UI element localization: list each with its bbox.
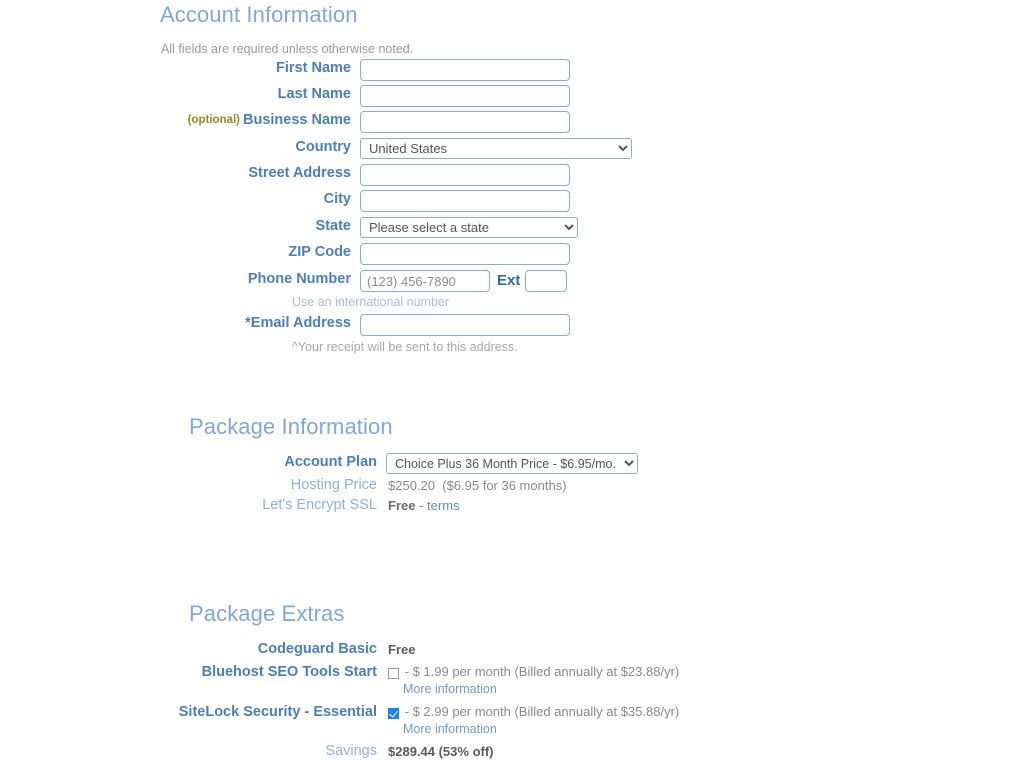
- package-information-form: Account Plan Choice Plus 36 Month Price …: [174, 453, 638, 515]
- field-row-account-plan: Account Plan Choice Plus 36 Month Price …: [174, 453, 638, 474]
- control-last-name: [360, 85, 570, 107]
- control-state: Please select a state: [360, 217, 578, 238]
- ssl-free-text: Free: [388, 498, 416, 513]
- label-bluehost-seo-tools: Bluehost SEO Tools Start: [201, 664, 377, 680]
- ssl-separator: -: [415, 498, 428, 513]
- label-sitelock-security: SiteLock Security - Essential: [178, 704, 377, 720]
- codeguard-basic-price: Free: [388, 642, 416, 657]
- label-state: State: [315, 218, 351, 234]
- hosting-price-value: $250.20 ($6.95 for 36 months): [386, 476, 567, 495]
- business-name-input[interactable]: [360, 111, 570, 133]
- lets-encrypt-ssl-value: Free - terms: [386, 496, 460, 515]
- business-name-optional-tag: (optional): [187, 114, 240, 126]
- control-business-name: [360, 111, 570, 133]
- account-information-heading: Account Information: [160, 2, 358, 27]
- sitelock-security-price-row: - $ 2.99 per month (Billed annually at $…: [388, 703, 679, 721]
- field-row-city: City: [148, 190, 632, 212]
- control-bluehost-seo-tools: - $ 1.99 per month (Billed annually at $…: [386, 663, 679, 698]
- field-row-codeguard-basic: Codeguard Basic Free: [174, 640, 679, 659]
- control-phone-number: Ext: [360, 270, 568, 292]
- control-first-name: [360, 59, 570, 81]
- label-phone-number: Phone Number: [247, 271, 351, 287]
- field-row-lets-encrypt-ssl: Let's Encrypt SSL Free - terms: [174, 496, 638, 515]
- control-country: United States: [360, 138, 632, 159]
- field-row-phone-number: Phone Number Ext: [148, 270, 632, 292]
- field-row-last-name: Last Name: [148, 85, 632, 107]
- zip-code-input[interactable]: [360, 243, 570, 265]
- label-country: Country: [295, 139, 351, 155]
- control-zip-code: [360, 243, 570, 265]
- control-city: [360, 190, 570, 212]
- field-row-first-name: First Name: [148, 59, 632, 81]
- field-row-country: Country United States: [148, 138, 632, 159]
- signup-page: Account Information All fields are requi…: [0, 0, 1024, 761]
- field-row-zip-code: ZIP Code: [148, 243, 632, 265]
- email-receipt-hint: ^Your receipt will be sent to this addre…: [292, 340, 518, 354]
- international-number-hint-row: Use an international number: [148, 294, 632, 310]
- bluehost-seo-tools-more-information-link[interactable]: More information: [403, 681, 679, 698]
- bluehost-seo-tools-checkbox[interactable]: [388, 668, 399, 680]
- country-select[interactable]: United States: [360, 138, 632, 159]
- label-account-plan: Account Plan: [284, 454, 377, 470]
- field-row-business-name: (optional) Business Name: [148, 111, 632, 133]
- label-zip-code: ZIP Code: [288, 244, 351, 260]
- label-lets-encrypt-ssl: Let's Encrypt SSL: [262, 497, 377, 513]
- control-sitelock-security: - $ 2.99 per month (Billed annually at $…: [386, 703, 679, 738]
- sitelock-security-checkbox[interactable]: [388, 708, 399, 720]
- label-city: City: [323, 191, 351, 207]
- ssl-terms-link[interactable]: terms: [427, 498, 460, 513]
- bluehost-seo-tools-price-row: - $ 1.99 per month (Billed annually at $…: [388, 663, 679, 681]
- sitelock-security-price: - $ 2.99 per month (Billed annually at $…: [404, 704, 680, 719]
- savings-value: $289.44 (53% off): [388, 744, 494, 759]
- field-row-street-address: Street Address: [148, 164, 632, 186]
- control-account-plan: Choice Plus 36 Month Price - $6.95/mo.: [386, 453, 638, 474]
- account-information-subtitle: All fields are required unless otherwise…: [161, 42, 414, 56]
- label-first-name: First Name: [276, 60, 351, 76]
- field-row-email-address: *Email Address: [148, 314, 632, 336]
- label-savings: Savings: [325, 743, 377, 759]
- package-extras-form: Codeguard Basic Free Bluehost SEO Tools …: [174, 640, 679, 761]
- hosting-price-total: $250.20: [388, 478, 435, 493]
- street-address-input[interactable]: [360, 164, 570, 186]
- phone-number-input[interactable]: [360, 270, 490, 292]
- use-international-number-link[interactable]: Use an international number: [292, 294, 449, 310]
- field-row-bluehost-seo-tools: Bluehost SEO Tools Start - $ 1.99 per mo…: [174, 663, 680, 698]
- email-address-input[interactable]: [360, 314, 570, 336]
- email-hint-row: ^Your receipt will be sent to this addre…: [148, 339, 632, 355]
- control-street-address: [360, 164, 570, 186]
- ext-input[interactable]: [525, 270, 568, 292]
- bluehost-seo-tools-price: - $ 1.99 per month (Billed annually at $…: [404, 664, 680, 679]
- first-name-input[interactable]: [360, 59, 570, 81]
- account-plan-select[interactable]: Choice Plus 36 Month Price - $6.95/mo.: [386, 453, 638, 474]
- package-information-heading: Package Information: [189, 414, 393, 439]
- label-codeguard-basic: Codeguard Basic: [257, 641, 377, 657]
- field-row-hosting-price: Hosting Price $250.20 ($6.95 for 36 mont…: [174, 476, 638, 495]
- control-codeguard-basic: Free: [386, 640, 415, 659]
- label-ext: Ext: [497, 272, 521, 289]
- city-input[interactable]: [360, 190, 570, 212]
- hosting-price-detail: ($6.95 for 36 months): [442, 478, 567, 493]
- package-extras-heading: Package Extras: [189, 601, 345, 626]
- label-business-name: (optional) Business Name: [148, 111, 360, 130]
- field-row-sitelock-security: SiteLock Security - Essential - $ 2.99 p…: [174, 703, 679, 738]
- label-email-address: *Email Address: [245, 315, 351, 331]
- label-street-address: Street Address: [248, 165, 351, 181]
- field-row-state: State Please select a state: [148, 217, 632, 238]
- business-name-label-text: Business Name: [243, 112, 351, 128]
- label-hosting-price: Hosting Price: [290, 477, 377, 493]
- label-last-name: Last Name: [277, 86, 351, 102]
- state-select[interactable]: Please select a state: [360, 217, 578, 238]
- field-row-savings: Savings $289.44 (53% off): [174, 742, 679, 761]
- account-information-form: First Name Last Name (optional) Business …: [148, 59, 632, 355]
- sitelock-security-more-information-link[interactable]: More information: [403, 721, 679, 738]
- last-name-input[interactable]: [360, 85, 570, 107]
- control-email-address: [360, 314, 570, 336]
